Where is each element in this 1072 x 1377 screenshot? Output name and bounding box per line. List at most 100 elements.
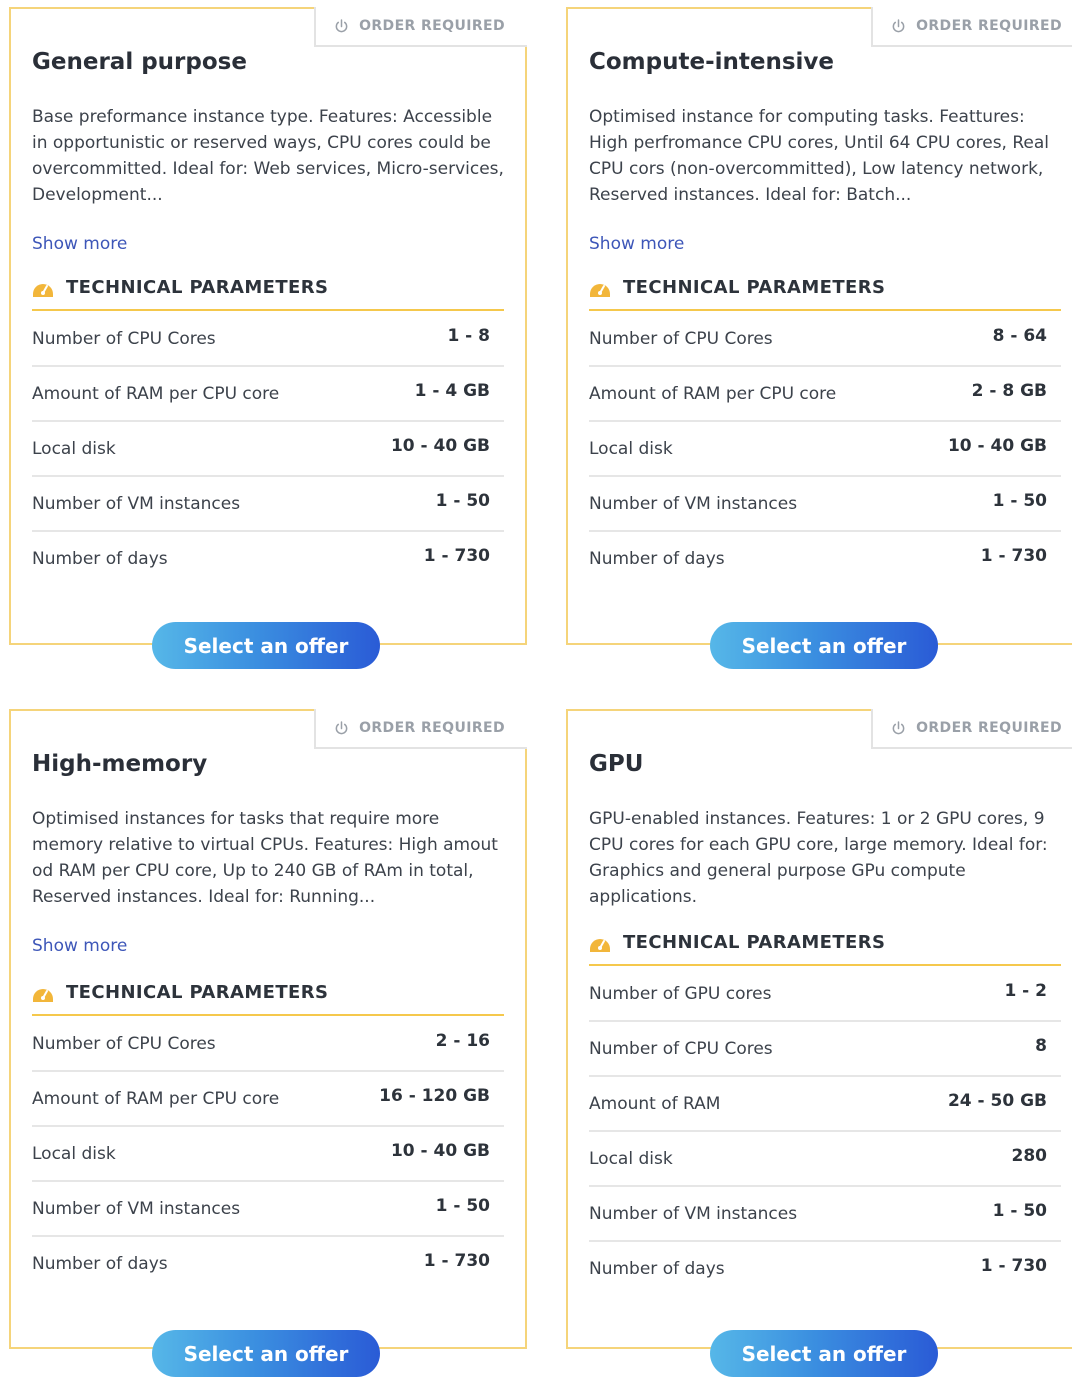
param-row: Number of CPU Cores 8	[589, 1022, 1061, 1077]
params-table: Number of CPU Cores 8 - 64 Amount of RAM …	[589, 312, 1061, 587]
technical-parameters-heading: TECHNICAL PARAMETERS	[32, 277, 504, 311]
param-row: Number of days 1 - 730	[32, 532, 504, 587]
param-row: Local disk 280	[589, 1132, 1061, 1187]
params-table: Number of CPU Cores 1 - 8 Amount of RAM p…	[32, 312, 504, 587]
param-row: Local disk 10 - 40 GB	[589, 422, 1061, 477]
param-label: Number of days	[32, 549, 168, 569]
param-row: Number of days 1 - 730	[589, 1242, 1061, 1297]
param-label: Number of VM instances	[589, 1204, 798, 1224]
badge-label: ORDER REQUIRED	[916, 18, 1062, 34]
param-label: Amount of RAM per CPU core	[32, 1089, 280, 1109]
card-title: High-memory	[32, 751, 208, 777]
order-required-badge: ORDER REQUIRED	[871, 7, 1072, 47]
power-icon	[892, 720, 905, 734]
param-label: Number of VM instances	[32, 1199, 241, 1219]
param-label: Number of CPU Cores	[32, 329, 216, 349]
show-more-link[interactable]: Show more	[32, 234, 127, 254]
param-row: Amount of RAM 24 - 50 GB	[589, 1077, 1061, 1132]
param-value: 8	[1035, 1036, 1047, 1056]
badge-label: ORDER REQUIRED	[359, 18, 505, 34]
param-value: 280	[1011, 1146, 1048, 1166]
param-row: Number of VM instances 1 - 50	[589, 1187, 1061, 1242]
param-label: Amount of RAM per CPU core	[32, 384, 280, 404]
technical-parameters-heading: TECHNICAL PARAMETERS	[589, 932, 1061, 966]
param-row: Number of days 1 - 730	[32, 1237, 504, 1292]
order-required-badge: ORDER REQUIRED	[314, 7, 527, 47]
param-value: 1 - 50	[992, 491, 1047, 511]
param-row: Amount of RAM per CPU core 1 - 4 GB	[32, 367, 504, 422]
card-title: GPU	[589, 751, 644, 777]
tech-params-label: TECHNICAL PARAMETERS	[623, 932, 886, 953]
show-more-link[interactable]: Show more	[32, 936, 127, 956]
card-title: General purpose	[32, 49, 247, 75]
card-description: Base preformance instance type. Features…	[32, 107, 504, 205]
params-table: Number of CPU Cores 2 - 16 Amount of RAM …	[32, 1017, 504, 1292]
param-value: 1 - 730	[423, 546, 490, 566]
power-icon	[335, 18, 348, 32]
param-row: Number of GPU cores 1 - 2	[589, 967, 1061, 1022]
param-value: 2 - 8 GB	[971, 381, 1047, 401]
param-row: Number of CPU Cores 1 - 8	[32, 312, 504, 367]
param-value: 8 - 64	[992, 326, 1047, 346]
technical-parameters-heading: TECHNICAL PARAMETERS	[589, 277, 1061, 311]
param-label: Amount of RAM per CPU core	[589, 384, 837, 404]
param-value: 10 - 40 GB	[947, 436, 1047, 456]
card-title: Compute-intensive	[589, 49, 835, 75]
param-value: 1 - 730	[980, 1256, 1047, 1276]
param-row: Amount of RAM per CPU core 16 - 120 GB	[32, 1072, 504, 1127]
param-row: Amount of RAM per CPU core 2 - 8 GB	[589, 367, 1061, 422]
param-label: Local disk	[32, 1144, 116, 1164]
param-label: Number of CPU Cores	[32, 1034, 216, 1054]
order-required-badge: ORDER REQUIRED	[314, 709, 527, 749]
param-row: Number of VM instances 1 - 50	[589, 477, 1061, 532]
select-offer-button[interactable]: Select an offer	[710, 622, 938, 669]
badge-label: ORDER REQUIRED	[359, 720, 505, 736]
select-offer-button[interactable]: Select an offer	[710, 1330, 938, 1377]
param-value: 16 - 120 GB	[379, 1086, 490, 1106]
param-label: Number of days	[32, 1254, 168, 1274]
param-label: Number of VM instances	[589, 494, 798, 514]
badge-label: ORDER REQUIRED	[916, 720, 1062, 736]
param-value: 1 - 4 GB	[414, 381, 490, 401]
param-row: Number of VM instances 1 - 50	[32, 1182, 504, 1237]
param-label: Amount of RAM	[589, 1094, 721, 1114]
param-label: Local disk	[589, 1149, 673, 1169]
param-value: 1 - 8	[447, 326, 490, 346]
offer-card-gpu: ORDER REQUIRED GPU GPU-enabled instances…	[566, 709, 1072, 1349]
params-table: Number of GPU cores 1 - 2 Number of CPU C…	[589, 967, 1061, 1297]
card-description: GPU-enabled instances. Features: 1 or 2 …	[589, 809, 1048, 907]
param-label: Number of CPU Cores	[589, 1039, 773, 1059]
show-more-link[interactable]: Show more	[589, 234, 684, 254]
tech-params-label: TECHNICAL PARAMETERS	[66, 982, 329, 1003]
param-value: 1 - 730	[980, 546, 1047, 566]
select-offer-button[interactable]: Select an offer	[152, 622, 380, 669]
param-row: Local disk 10 - 40 GB	[32, 1127, 504, 1182]
power-icon	[335, 720, 348, 734]
param-row: Number of CPU Cores 2 - 16	[32, 1017, 504, 1072]
card-description: Optimised instance for computing tasks. …	[589, 107, 1050, 205]
offer-card-general-purpose: ORDER REQUIRED General purpose Base pref…	[9, 7, 527, 645]
param-value: 1 - 730	[423, 1251, 490, 1271]
param-value: 1 - 2	[1004, 981, 1047, 1001]
gauge-icon	[33, 989, 53, 1002]
param-label: Number of VM instances	[32, 494, 241, 514]
offer-card-compute-intensive: ORDER REQUIRED Compute-intensive Optimis…	[566, 7, 1072, 645]
param-label: Number of GPU cores	[589, 984, 772, 1004]
param-value: 1 - 50	[992, 1201, 1047, 1221]
param-label: Number of CPU Cores	[589, 329, 773, 349]
param-label: Local disk	[589, 439, 673, 459]
technical-parameters-heading: TECHNICAL PARAMETERS	[32, 982, 504, 1016]
param-value: 1 - 50	[435, 491, 490, 511]
param-label: Number of days	[589, 549, 725, 569]
tech-params-label: TECHNICAL PARAMETERS	[623, 277, 886, 298]
param-value: 2 - 16	[435, 1031, 490, 1051]
param-value: 24 - 50 GB	[947, 1091, 1047, 1111]
card-description: Optimised instances for tasks that requi…	[32, 809, 498, 907]
tech-params-label: TECHNICAL PARAMETERS	[66, 277, 329, 298]
param-value: 10 - 40 GB	[390, 436, 490, 456]
order-required-badge: ORDER REQUIRED	[871, 709, 1072, 749]
power-icon	[892, 18, 905, 32]
gauge-icon	[590, 284, 610, 297]
select-offer-button[interactable]: Select an offer	[152, 1330, 380, 1377]
param-label: Local disk	[32, 439, 116, 459]
